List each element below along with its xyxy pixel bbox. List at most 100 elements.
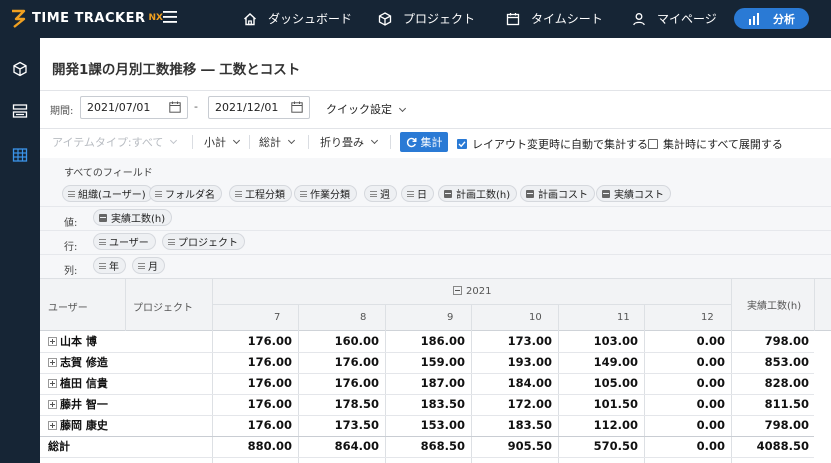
data-cell[interactable]: 0.00 [645,331,725,352]
data-cell[interactable]: 172.00 [472,394,552,415]
month-header[interactable]: 8 [360,312,366,323]
nav-mypage[interactable]: マイページ [631,10,717,27]
data-cell[interactable]: 173.00 [472,331,552,352]
subtotal-dropdown[interactable]: 小計 [204,134,241,150]
collapse-icon[interactable] [453,286,462,295]
expand-icon[interactable] [48,400,57,409]
auto-aggregate-checkbox[interactable]: レイアウト変更時に自動で集計する [457,136,648,152]
data-cell[interactable]: 103.00 [559,331,638,352]
data-cell[interactable]: 176.00 [299,373,379,394]
field-chip[interactable]: 工程分類 [229,185,292,202]
data-cell[interactable]: 183.50 [472,415,552,436]
field-chip[interactable]: フォルダ名 [149,185,222,202]
column-header-year[interactable]: 2021 [453,285,491,297]
rail-table-icon[interactable] [11,146,29,164]
grand-total-cell[interactable]: 864.00 [299,436,379,457]
data-cell[interactable]: 187.00 [386,373,465,394]
data-cell[interactable]: 183.50 [386,394,465,415]
field-chip[interactable]: 週 [364,185,397,202]
row-total-cell[interactable]: 798.00 [732,415,809,436]
data-cell[interactable]: 176.00 [299,352,379,373]
total-dropdown[interactable]: 総計 [259,134,296,150]
aggregate-button[interactable]: 集計 [400,132,448,152]
column-chip[interactable]: 月 [132,257,165,274]
row-header-project[interactable]: プロジェクト [133,299,193,314]
data-cell[interactable]: 176.00 [213,415,292,436]
data-cell[interactable]: 186.00 [386,331,465,352]
row-total-cell[interactable]: 828.00 [732,373,809,394]
column-chip[interactable]: 年 [93,257,126,274]
row-label[interactable]: 山本 博 [48,331,97,352]
data-cell[interactable]: 153.00 [386,415,465,436]
data-cell[interactable]: 160.00 [299,331,379,352]
calendar-icon[interactable] [291,101,303,113]
rail-layout-icon[interactable] [11,102,29,120]
calendar-icon[interactable] [169,101,181,113]
field-chip[interactable]: 計画コスト [520,185,595,202]
data-cell[interactable]: 159.00 [386,352,465,373]
row-label[interactable]: 藤井 智一 [48,394,108,415]
rail-cube-icon[interactable] [11,60,29,78]
field-chip[interactable]: 実績コスト [596,185,671,202]
data-cell[interactable]: 0.00 [645,415,725,436]
quick-setting-dropdown[interactable]: クイック設定 [326,101,407,117]
grand-total-cell[interactable]: 570.50 [559,436,638,457]
expand-icon[interactable] [48,421,57,430]
row-total-cell[interactable]: 798.00 [732,331,809,352]
nav-timesheet[interactable]: タイムシート [505,10,603,27]
data-cell[interactable]: 101.50 [559,394,638,415]
end-date-field[interactable]: 2021/12/01 [208,96,310,119]
row-chip[interactable]: プロジェクト [162,233,245,250]
data-cell[interactable]: 193.00 [472,352,552,373]
grand-total-cell[interactable]: 868.50 [386,436,465,457]
expand-icon[interactable] [48,358,57,367]
nav-analytics[interactable]: 分析 [734,8,809,29]
data-cell[interactable]: 176.00 [213,331,292,352]
row-header-user[interactable]: ユーザー [48,299,88,314]
month-header[interactable]: 10 [529,312,542,323]
grand-total-cell[interactable]: 0.00 [645,436,725,457]
field-chip[interactable]: 計画工数(h) [438,185,518,202]
row-total-cell[interactable]: 811.50 [732,394,809,415]
column-header-total[interactable]: 実績工数(h) [747,297,801,312]
hamburger-menu-button[interactable] [163,10,179,26]
month-header[interactable]: 9 [447,312,453,323]
row-total-cell[interactable]: 853.00 [732,352,809,373]
value-chip[interactable]: 実績工数(h) [93,209,173,226]
grand-total-cell[interactable]: 905.50 [472,436,552,457]
expand-all-checkbox[interactable]: 集計時にすべて展開する [648,136,783,152]
field-chip[interactable]: 組織(ユーザー) [62,185,153,202]
data-cell[interactable]: 105.00 [559,373,638,394]
fold-dropdown[interactable]: 折り畳み [320,134,379,150]
app-logo[interactable]: TIME TRACKER NX [10,8,163,28]
expand-icon[interactable] [48,337,57,346]
row-label[interactable]: 志賀 修造 [48,352,108,373]
nav-projects[interactable]: プロジェクト [377,10,475,27]
row-label[interactable]: 藤岡 康史 [48,415,108,436]
data-cell[interactable]: 178.50 [299,394,379,415]
data-cell[interactable]: 176.00 [213,352,292,373]
nav-dashboard[interactable]: ダッシュボード [242,10,352,27]
data-cell[interactable]: 0.00 [645,373,725,394]
grand-total-value[interactable]: 4088.50 [732,436,809,457]
data-cell[interactable]: 112.00 [559,415,638,436]
row-chip[interactable]: ユーザー [93,233,156,250]
data-cell[interactable]: 173.50 [299,415,379,436]
scrollbar-track[interactable] [814,331,831,463]
month-header[interactable]: 11 [617,312,630,323]
row-label[interactable]: 植田 信貴 [48,373,108,394]
month-header[interactable]: 12 [701,312,714,323]
data-cell[interactable]: 184.00 [472,373,552,394]
item-type-dropdown[interactable]: アイテムタイプ:すべて [52,134,178,150]
data-cell[interactable]: 149.00 [559,352,638,373]
data-cell[interactable]: 0.00 [645,394,725,415]
grand-total-cell[interactable]: 880.00 [213,436,292,457]
data-cell[interactable]: 0.00 [645,352,725,373]
expand-icon[interactable] [48,379,57,388]
field-chip[interactable]: 日 [401,185,434,202]
data-cell[interactable]: 176.00 [213,373,292,394]
start-date-field[interactable]: 2021/07/01 [80,96,188,119]
data-cell[interactable]: 176.00 [213,394,292,415]
field-chip[interactable]: 作業分類 [294,185,357,202]
month-header[interactable]: 7 [274,312,280,323]
